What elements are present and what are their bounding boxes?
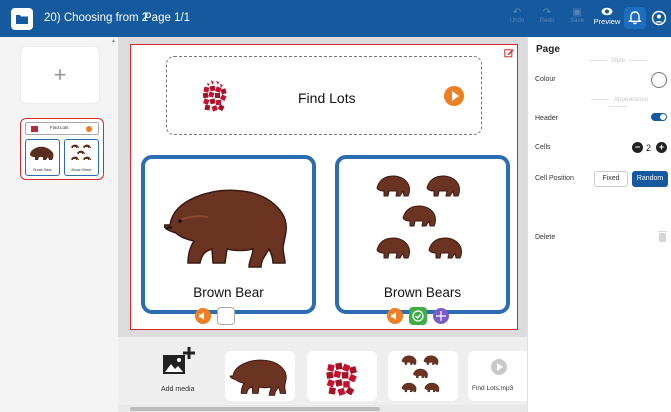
bear-image [164, 189, 287, 268]
add-image-icon [163, 347, 195, 374]
media-scrollbar[interactable] [118, 405, 527, 412]
edit-icon[interactable] [504, 48, 514, 58]
undo-button[interactable]: ↶ Undo [505, 7, 529, 24]
bears-image [376, 175, 462, 259]
cells-value: 2 [646, 143, 652, 153]
document-title: 20) Choosing from 2 [44, 12, 149, 24]
random-button[interactable]: Random [632, 171, 668, 187]
undo-icon: ↶ [512, 7, 522, 18]
add-page-button[interactable]: + [20, 46, 100, 104]
bears-image [401, 355, 440, 393]
thumbnail-cell-1-label: Brown Bear [33, 168, 52, 172]
cell-label: Brown Bear [193, 285, 264, 300]
appearance-section-label: Appearance [578, 96, 658, 110]
media-item-audio[interactable]: Find Lots.mp3 [468, 351, 530, 401]
fixed-button[interactable]: Fixed [594, 171, 628, 187]
bear-image [30, 146, 54, 160]
page-header[interactable]: Find Lots [166, 56, 482, 135]
editor-canvas: Find Lots Brown Bear Brown Bears [118, 37, 527, 337]
folder-icon[interactable] [11, 8, 33, 30]
cell-1-controls [195, 307, 265, 325]
save-icon: ▣ [572, 7, 582, 18]
lots-image [326, 362, 358, 396]
pages-panel: + Find Lots Brown Bear Brown Bears ▲ [0, 37, 118, 412]
panel-scroll-up-icon[interactable]: ▲ [111, 38, 116, 44]
check-icon [412, 310, 424, 322]
cell-brown-bears[interactable]: Brown Bears [335, 155, 510, 314]
decrement-cells-button[interactable]: − [632, 142, 643, 153]
cell-brown-bear[interactable]: Brown Bear [141, 155, 316, 314]
sound-icon[interactable] [387, 308, 403, 324]
add-media-button[interactable]: Add media [150, 347, 210, 397]
thumbnail-cell-2-label: Brown Bears [71, 168, 92, 172]
properties-panel: Page Style Colour Appearance Header Cell… [527, 37, 671, 412]
media-item-bear[interactable] [225, 351, 295, 401]
eye-icon [601, 7, 613, 16]
scrollbar-thumb[interactable] [130, 407, 380, 411]
undo-label: Undo [509, 18, 525, 24]
media-item-lots[interactable] [307, 351, 377, 401]
header-text: Find Lots [298, 90, 356, 106]
thumbnail-header-text: Find Lots [50, 125, 69, 130]
delete-label: Delete [535, 234, 556, 241]
redo-label: Redo [539, 18, 555, 24]
plus-icon: + [53, 62, 67, 87]
correct-answer-button[interactable] [409, 307, 427, 325]
colour-label: Colour [535, 76, 556, 83]
colour-picker[interactable] [651, 72, 667, 88]
thumbnail-cell-1: Brown Bear [25, 139, 60, 176]
increment-cells-button[interactable]: + [656, 142, 667, 153]
lots-image [202, 80, 227, 112]
preview-button[interactable]: Preview [592, 7, 622, 26]
panel-title: Page [536, 44, 560, 55]
user-icon [651, 10, 667, 26]
redo-button[interactable]: ↷ Redo [535, 7, 559, 24]
account-button[interactable] [648, 7, 670, 29]
thumbnail-cell-2: Brown Bears [64, 139, 99, 176]
preview-label: Preview [593, 17, 621, 26]
play-icon[interactable] [444, 86, 464, 106]
cell-2-controls [387, 307, 477, 325]
notifications-button[interactable] [624, 7, 646, 29]
cells-label: Cells [535, 144, 551, 151]
trash-icon[interactable] [658, 231, 667, 242]
audio-file-label: Find Lots.mp3 [472, 385, 514, 392]
top-bar: 20) Choosing from 2 Page 1/1 ↶ Undo ↷ Re… [0, 0, 671, 37]
cell-label: Brown Bears [383, 285, 462, 300]
header-toggle[interactable] [651, 113, 667, 121]
sound-icon[interactable] [195, 308, 211, 324]
play-icon [491, 359, 507, 375]
cell-1-color-swatch[interactable] [217, 307, 235, 325]
redo-icon: ↷ [542, 7, 552, 18]
page-indicator: Page 1/1 [144, 12, 191, 24]
save-label: Save [570, 18, 584, 24]
media-item-bears[interactable] [388, 351, 458, 401]
thumbnail-header-image [31, 126, 38, 132]
bears-image [71, 144, 91, 160]
bear-image [229, 359, 287, 396]
header-label: Header [535, 115, 558, 122]
bell-icon [628, 11, 642, 25]
media-bar: Add media Find Lots.mp3 [118, 337, 530, 412]
save-button[interactable]: ▣ Save [565, 7, 589, 24]
page[interactable]: Find Lots Brown Bear Brown Bears [130, 44, 518, 330]
cell-position-label: Cell Position [535, 175, 574, 182]
style-section-label: Style [578, 57, 658, 64]
move-icon[interactable] [433, 308, 449, 324]
thumbnail-play-icon [86, 126, 92, 132]
add-media-label: Add media [161, 386, 195, 393]
thumbnail-header: Find Lots [25, 122, 99, 135]
page-thumbnail[interactable]: Find Lots Brown Bear Brown Bears [20, 118, 104, 180]
